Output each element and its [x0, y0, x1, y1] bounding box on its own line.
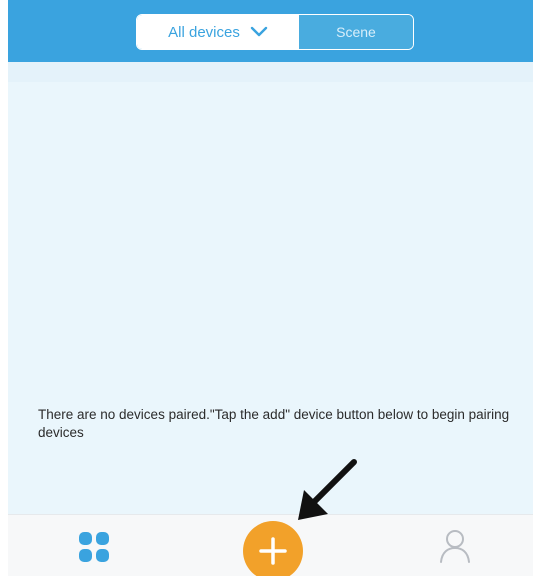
app-frame: All devices Scene There are no devices p…: [8, 0, 533, 576]
app-screen: All devices Scene There are no devices p…: [0, 0, 535, 576]
devices-tab[interactable]: [78, 531, 110, 563]
grid-icon: [79, 532, 109, 562]
tab-all-devices[interactable]: All devices: [137, 15, 299, 49]
add-device-button[interactable]: [243, 521, 303, 576]
person-icon: [440, 530, 470, 563]
header-divider-band: [8, 62, 533, 82]
empty-state-message: There are no devices paired."Tap the add…: [38, 407, 510, 440]
tab-scene[interactable]: Scene: [299, 15, 413, 49]
pointer-arrow-icon: [298, 459, 357, 520]
tab-scene-label: Scene: [336, 24, 376, 40]
tab-all-devices-label: All devices: [168, 23, 240, 41]
bottom-nav: [8, 514, 533, 576]
view-switcher: All devices Scene: [136, 14, 414, 50]
chevron-down-icon: [250, 26, 268, 38]
plus-icon: [259, 537, 287, 565]
top-bar: All devices Scene: [8, 0, 533, 62]
profile-tab[interactable]: [438, 528, 472, 564]
